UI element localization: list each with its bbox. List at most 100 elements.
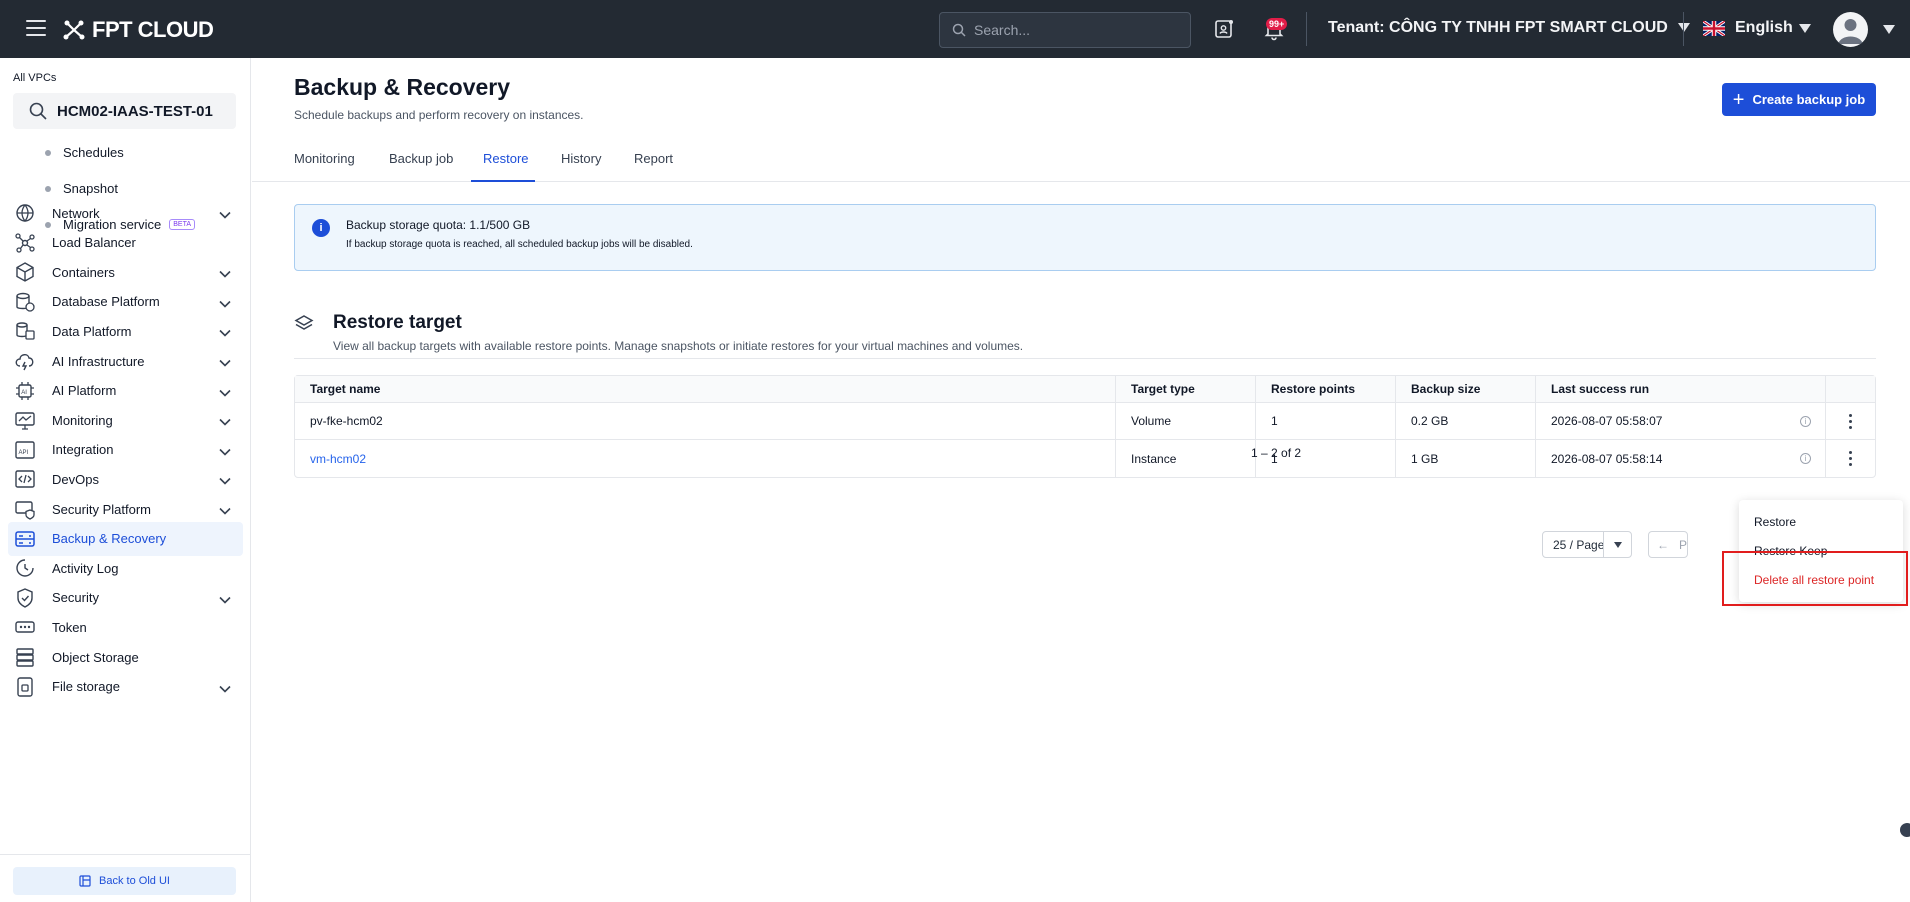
top-bar: FPT CLOUD 99+ Tenant: CÔNG TY TNHH FPT S…: [0, 0, 1910, 58]
vpc-name: HCM02-IAAS-TEST-01: [57, 102, 213, 120]
chevron-down-icon: [219, 325, 231, 340]
kebab-icon: [1849, 450, 1852, 468]
tenant-label: Tenant:: [1328, 19, 1385, 36]
info-icon[interactable]: i: [1800, 416, 1811, 427]
language-selector[interactable]: English: [1703, 19, 1811, 37]
sidebar-item-ai-infrastructure[interactable]: AI Infrastructure: [8, 344, 243, 378]
sidebar-item-label: AI Platform: [52, 383, 117, 399]
sidebar-sub-snapshot[interactable]: Snapshot: [45, 181, 118, 196]
backup-icon: [14, 528, 36, 550]
vpc-selector[interactable]: HCM02-IAAS-TEST-01: [13, 93, 236, 129]
sidebar-item-file-storage[interactable]: File storage: [8, 670, 243, 704]
network-icon: [14, 232, 36, 254]
actions-header: [1825, 376, 1875, 402]
caret-down-icon: [1798, 23, 1811, 33]
sidebar-item-network[interactable]: Network: [8, 196, 243, 230]
tab-bar: Monitoring Backup job Restore History Re…: [252, 149, 1910, 182]
chevron-down-icon: [219, 296, 231, 311]
notification-badge: 99+: [1266, 18, 1288, 30]
ai-infra-icon: [14, 350, 36, 372]
divider: [1306, 12, 1307, 46]
target-type: Volume: [1115, 403, 1255, 439]
sidebar-sub-schedules[interactable]: Schedules: [45, 145, 124, 160]
divider: [1683, 12, 1684, 46]
info-icon[interactable]: i: [1800, 453, 1811, 464]
page-title: Backup & Recovery: [294, 74, 511, 100]
quota-info-banner: i Backup storage quota: 1.1/500 GB If ba…: [294, 204, 1876, 271]
tab-history[interactable]: History: [561, 149, 611, 182]
chevron-down-icon: [1603, 532, 1631, 557]
search-box[interactable]: [939, 12, 1191, 48]
sidebar-item-label: Load Balancer: [52, 235, 136, 251]
search-input[interactable]: [974, 22, 1174, 38]
create-backup-job-label: Create backup job: [1752, 92, 1866, 107]
sidebar-item-label: Backup & Recovery: [52, 531, 167, 547]
column-header-last-success-run[interactable]: Last success run: [1535, 376, 1735, 402]
row-actions-button[interactable]: [1825, 403, 1875, 439]
logo-icon: [63, 20, 85, 40]
quota-title: Backup storage quota: 1.1/500 GB: [346, 218, 531, 232]
last-success-run: 2026-08-07 05:58:07: [1535, 403, 1735, 439]
sidebar-item-label: AI Infrastructure: [52, 353, 145, 369]
target-name-link[interactable]: vm-hcm02: [295, 440, 1115, 477]
clipboard-user-icon[interactable]: [1212, 17, 1236, 41]
table-header: Target name Target type Restore points B…: [295, 376, 1875, 403]
section-title: Restore target: [333, 312, 462, 333]
caret-down-icon[interactable]: [1883, 25, 1895, 34]
sidebar-item-object-storage[interactable]: Object Storage: [8, 640, 243, 674]
divider: [294, 358, 1876, 359]
pagination-total: 1 – 2 of 2: [1251, 446, 1302, 460]
sidebar-item-label: Security Platform: [52, 501, 151, 517]
tab-report[interactable]: Report: [634, 149, 684, 182]
user-avatar[interactable]: [1833, 12, 1868, 47]
sidebar-item-label: File storage: [52, 679, 120, 695]
tab-restore[interactable]: Restore: [471, 149, 535, 182]
page-size-value: 25 / Page: [1553, 537, 1605, 552]
row-actions-button[interactable]: [1825, 440, 1875, 477]
column-header-backup-size[interactable]: Backup size: [1395, 376, 1535, 402]
target-name: pv-fke-hcm02: [310, 414, 383, 428]
page-subtitle: Schedule backups and perform recovery on…: [294, 108, 584, 122]
tenant-selector[interactable]: Tenant: CÔNG TY TNHH FPT SMART CLOUD: [1328, 19, 1691, 37]
clock-icon: [14, 557, 36, 579]
page-size-select[interactable]: 25 / Page: [1542, 531, 1632, 558]
target-type: Instance: [1115, 440, 1255, 477]
shield-icon: [14, 587, 36, 609]
arrow-left-icon: ←: [1657, 537, 1669, 552]
language-label: English: [1735, 19, 1793, 36]
chevron-down-icon: [219, 385, 231, 400]
search-icon: [952, 23, 966, 37]
chevron-down-icon: [219, 592, 231, 607]
column-header-restore-points[interactable]: Restore points: [1255, 376, 1395, 402]
sidebar-item-label: Integration: [52, 442, 114, 458]
fpt-cloud-logo[interactable]: FPT CLOUD: [62, 17, 214, 43]
user-icon: [1838, 19, 1863, 44]
menu-item-restore[interactable]: Restore: [1754, 515, 1796, 529]
prev-page-button[interactable]: ← P: [1648, 531, 1688, 558]
section-description: View all backup targets with available r…: [333, 339, 1024, 353]
back-to-old-ui-button[interactable]: Back to Old UI: [13, 867, 236, 895]
svg-text:API: API: [19, 450, 29, 456]
edge-handle-icon[interactable]: [1900, 823, 1910, 837]
main-content: Backup & Recovery Schedule backups and p…: [252, 58, 1910, 902]
chevron-down-icon: [219, 444, 231, 459]
tab-monitoring[interactable]: Monitoring: [294, 149, 364, 182]
sidebar-footer: Back to Old UI: [0, 854, 251, 902]
sidebar-item-security-platform[interactable]: Security Platform: [8, 492, 243, 526]
sidebar-item-label: Token: [52, 619, 87, 635]
storage-icon: [14, 646, 36, 668]
all-vpcs-label: All VPCs: [13, 72, 57, 84]
bullet-icon: [45, 185, 51, 192]
sidebar-sub-label: Schedules: [63, 145, 124, 160]
sidebar-item-label: Security: [52, 590, 99, 606]
data-platform-icon: [14, 320, 36, 342]
create-backup-job-button[interactable]: + Create backup job: [1722, 83, 1876, 116]
last-success-run: 2026-08-07 05:58:14: [1535, 440, 1735, 477]
quota-text: If backup storage quota is reached, all …: [346, 239, 693, 250]
hamburger-menu-icon[interactable]: [26, 20, 46, 36]
column-header-target-name[interactable]: Target name: [295, 376, 1115, 402]
sidebar-item-label: Network: [52, 205, 100, 221]
column-header-target-type[interactable]: Target type: [1115, 376, 1255, 402]
back-to-old-ui-label: Back to Old UI: [99, 875, 170, 887]
tab-backup-job[interactable]: Backup job: [389, 149, 459, 182]
